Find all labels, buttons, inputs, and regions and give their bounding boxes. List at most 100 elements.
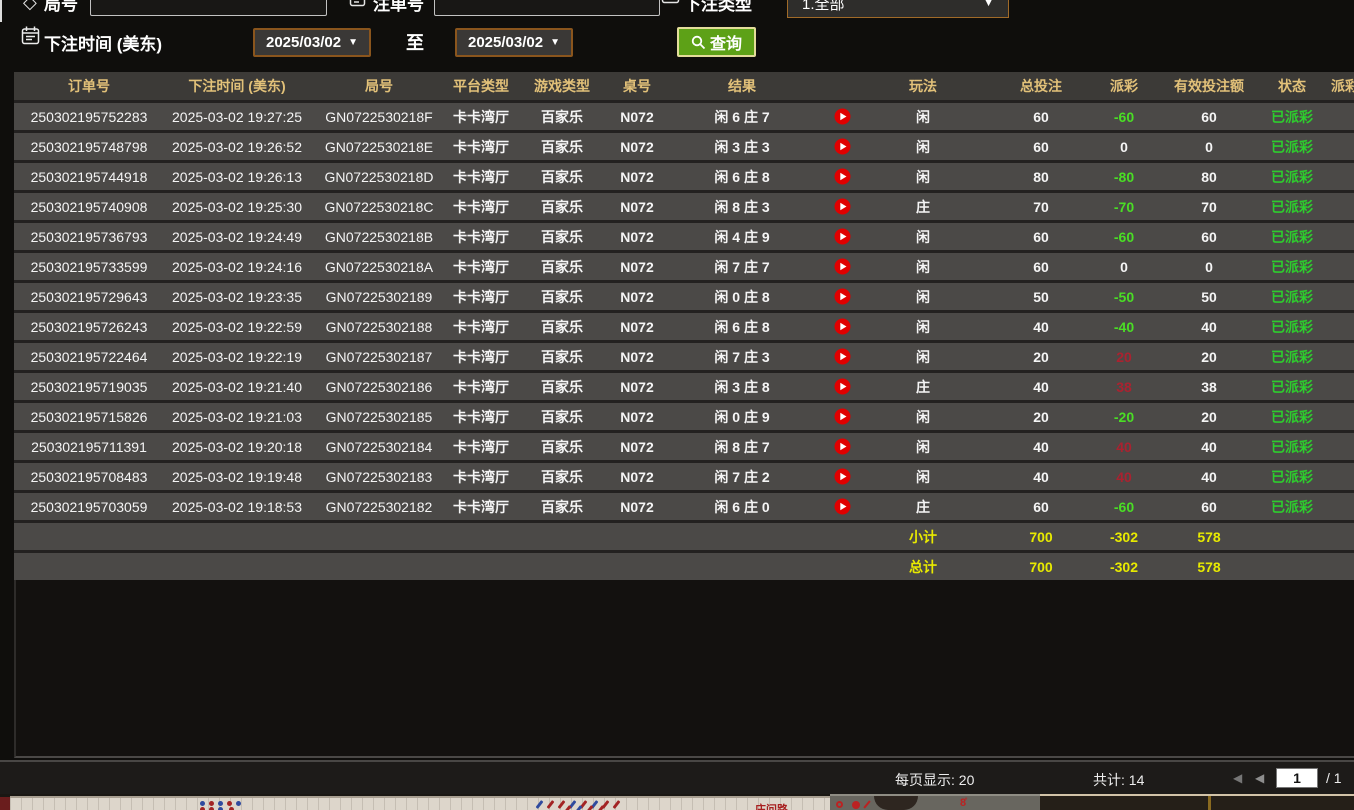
- total-bet-cell: 60: [982, 259, 1100, 275]
- column-header: 有效投注额: [1148, 76, 1270, 96]
- per-page-label: 每页显示: 20: [895, 770, 974, 790]
- video-replay-icon[interactable]: [834, 408, 851, 425]
- game-type-cell: 百家乐: [514, 437, 610, 457]
- order-id-cell: 250302195711391: [14, 439, 164, 455]
- table-row: 250302195715826 2025-03-02 19:21:03 GN07…: [14, 400, 1354, 430]
- prev-page-icon[interactable]: ◀: [1255, 771, 1264, 785]
- video-replay-icon[interactable]: [834, 318, 851, 335]
- road-ball-icon: [852, 801, 860, 809]
- platform-cell: 卡卡湾厅: [448, 197, 514, 217]
- result-cell: 闲 0 庄 9: [664, 407, 820, 427]
- valid-bet-cell: 38: [1148, 379, 1270, 395]
- replay-cell: [820, 318, 864, 335]
- video-replay-icon[interactable]: [834, 138, 851, 155]
- date-to-picker[interactable]: 2025/03/02 ▼: [455, 28, 573, 57]
- payout-cell: -50: [1100, 289, 1148, 305]
- table-no-cell: N072: [610, 139, 664, 155]
- background-tile: [0, 797, 10, 810]
- video-replay-icon[interactable]: [834, 378, 851, 395]
- result-cell: 闲 3 庄 8: [664, 377, 820, 397]
- bet-type-select[interactable]: 1.全部 ▼: [787, 0, 1009, 18]
- round-id-cell: GN07225302182: [310, 499, 448, 515]
- video-replay-icon[interactable]: [834, 438, 851, 455]
- round-id-cell: GN07225302184: [310, 439, 448, 455]
- valid-bet-cell: 50: [1148, 289, 1270, 305]
- round-number-icon: ◇: [23, 0, 37, 13]
- platform-cell: 卡卡湾厅: [448, 497, 514, 517]
- payout-cell: -60: [1100, 109, 1148, 125]
- valid-bet-cell: 0: [1148, 139, 1270, 155]
- replay-cell: [820, 468, 864, 485]
- video-replay-icon[interactable]: [834, 108, 851, 125]
- bet-time-cell: 2025-03-02 19:26:13: [164, 169, 310, 185]
- video-replay-icon[interactable]: [834, 288, 851, 305]
- valid-bet-cell: 40: [1148, 469, 1270, 485]
- road-slash: [558, 800, 566, 809]
- date-from-picker[interactable]: 2025/03/02 ▼: [253, 28, 371, 57]
- status-cell: 已派彩: [1270, 317, 1314, 337]
- valid-bet-cell: 60: [1148, 229, 1270, 245]
- column-header: 派彩时间: [1314, 76, 1354, 96]
- valid-bet-cell: 60: [1148, 499, 1270, 515]
- video-replay-icon[interactable]: [834, 258, 851, 275]
- payout-cell: -20: [1100, 409, 1148, 425]
- bet-time-cell: 2025-03-02 19:20:18: [164, 439, 310, 455]
- replay-cell: [820, 198, 864, 215]
- video-replay-icon[interactable]: [834, 498, 851, 515]
- status-cell: 已派彩: [1270, 227, 1314, 247]
- game-type-cell: 百家乐: [514, 497, 610, 517]
- total-bet-cell: 40: [982, 319, 1100, 335]
- first-page-icon[interactable]: ◀: [1233, 771, 1242, 785]
- round-id-cell: GN07225302183: [310, 469, 448, 485]
- table-row: 250302195744918 2025-03-02 19:26:13 GN07…: [14, 160, 1354, 190]
- gold-divider: [1208, 796, 1211, 810]
- payout-cell: -60: [1100, 229, 1148, 245]
- game-type-cell: 百家乐: [514, 347, 610, 367]
- replay-cell: [820, 138, 864, 155]
- order-id-cell: 250302195752283: [14, 109, 164, 125]
- round-number-input[interactable]: [90, 0, 327, 16]
- payout-cell: -40: [1100, 319, 1148, 335]
- round-id-cell: GN07225302189: [310, 289, 448, 305]
- round-id-cell: GN0722530218A: [310, 259, 448, 275]
- video-replay-icon[interactable]: [834, 228, 851, 245]
- play-cell: 闲: [864, 257, 982, 277]
- search-button[interactable]: 查询: [677, 27, 756, 57]
- play-cell: 庄: [864, 197, 982, 217]
- column-header: 派彩: [1100, 76, 1148, 96]
- round-id-cell: GN07225302187: [310, 349, 448, 365]
- subtotal-total-bet: 700: [982, 529, 1100, 545]
- table-no-cell: N072: [610, 289, 664, 305]
- page-number-input[interactable]: [1276, 768, 1318, 788]
- order-id-cell: 250302195740908: [14, 199, 164, 215]
- table-empty-area: [14, 580, 1354, 758]
- bet-time-cell: 2025-03-02 19:21:40: [164, 379, 310, 395]
- column-header: 下注时间 (美东): [164, 76, 310, 96]
- window-edge: [0, 0, 2, 22]
- play-cell: 闲: [864, 317, 982, 337]
- table-no-cell: N072: [610, 229, 664, 245]
- table-no-cell: N072: [610, 439, 664, 455]
- date-to-value: 2025/03/02: [468, 34, 543, 51]
- video-replay-icon[interactable]: [834, 348, 851, 365]
- order-id-cell: 250302195748798: [14, 139, 164, 155]
- play-cell: 闲: [864, 467, 982, 487]
- road-dot: [209, 801, 214, 806]
- order-number-input[interactable]: [434, 0, 660, 16]
- subtotal-row: 小计 700 -302 578: [14, 520, 1354, 550]
- total-bet-cell: 20: [982, 409, 1100, 425]
- total-bet-cell: 60: [982, 499, 1100, 515]
- video-replay-icon[interactable]: [834, 168, 851, 185]
- bet-time-cell: 2025-03-02 19:26:52: [164, 139, 310, 155]
- valid-bet-cell: 40: [1148, 439, 1270, 455]
- column-header: 总投注: [982, 76, 1100, 96]
- play-cell: 闲: [864, 107, 982, 127]
- replay-cell: [820, 378, 864, 395]
- status-cell: 已派彩: [1270, 437, 1314, 457]
- order-number-icon: [349, 0, 366, 12]
- table-row: 250302195703059 2025-03-02 19:18:53 GN07…: [14, 490, 1354, 520]
- video-replay-icon[interactable]: [834, 468, 851, 485]
- video-replay-icon[interactable]: [834, 198, 851, 215]
- bet-time-cell: 2025-03-02 19:25:30: [164, 199, 310, 215]
- bet-time-cell: 2025-03-02 19:24:16: [164, 259, 310, 275]
